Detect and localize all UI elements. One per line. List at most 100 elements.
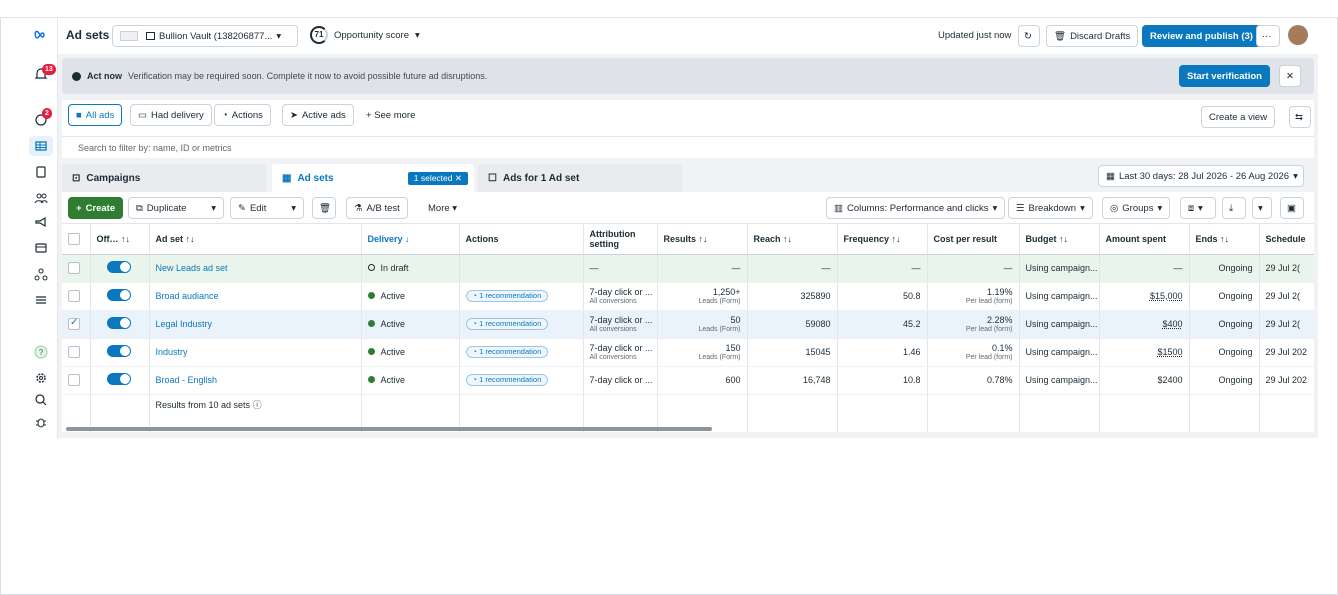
row-checkbox[interactable]	[62, 338, 91, 367]
breakdown-icon: ☰	[1016, 202, 1025, 214]
refresh-button[interactable]: ↻	[1018, 25, 1040, 47]
send-icon: ➤	[290, 109, 298, 121]
row-checkbox[interactable]	[62, 366, 91, 395]
delete-button[interactable]: 🗑	[312, 197, 336, 219]
view-settings-button[interactable]: ⇆	[1289, 106, 1311, 128]
updated-status: Updated just now	[938, 30, 1012, 41]
recommendation-badge[interactable]: ◔ 1 recommendation	[465, 318, 549, 330]
col-results[interactable]: Results ↑↓	[657, 224, 748, 255]
menu-icon[interactable]	[24, 290, 58, 310]
filter-active-ads[interactable]: ➤ Active ads	[282, 104, 354, 126]
adset-name[interactable]: New Leads ad set	[149, 254, 362, 283]
row-checkbox[interactable]	[62, 282, 91, 311]
active-status-icon	[367, 376, 375, 383]
see-more-button[interactable]: + See more	[366, 110, 415, 121]
horizontal-scrollbar[interactable]	[66, 427, 712, 431]
pages-icon[interactable]	[24, 162, 58, 182]
bug-report-icon[interactable]	[24, 412, 58, 432]
attribution-sub: All conversions	[589, 354, 637, 361]
edit-button[interactable]: ✎ Edit ▾	[230, 197, 304, 219]
notifications-icon[interactable]: 13	[24, 64, 58, 84]
col-reach[interactable]: Reach ↑↓	[747, 224, 838, 255]
col-amount-spent[interactable]: Amount spent	[1099, 224, 1190, 255]
more-options-button[interactable]: ···	[1256, 25, 1280, 47]
review-publish-button[interactable]: Review and publish (3)	[1142, 25, 1261, 47]
row-toggle[interactable]	[90, 254, 150, 283]
row-toggle[interactable]	[90, 310, 150, 339]
left-nav-rail: 13 2 ?	[24, 18, 58, 438]
table-row[interactable]: Broad audiance Active ◔ 1 recommendation 7-…	[62, 282, 1314, 311]
ads-manager-table-icon[interactable]	[29, 136, 53, 156]
row-toggle[interactable]	[90, 282, 150, 311]
svg-text:?: ?	[39, 348, 44, 357]
table-row[interactable]: Legal Industry Active ◔ 1 recommendation 7-…	[62, 310, 1314, 339]
row-checkbox[interactable]	[62, 310, 91, 339]
settings-gear-icon[interactable]	[24, 368, 58, 388]
table-row[interactable]: New Leads ad set In draft — — — — — Using campa…	[62, 254, 1314, 283]
opportunity-score[interactable]: 71 Opportunity score ▾	[310, 26, 420, 44]
create-button[interactable]: + Create	[68, 197, 124, 219]
audiences-icon[interactable]	[24, 188, 58, 208]
filter-all-ads[interactable]: ■ All ads	[68, 104, 123, 126]
adset-name[interactable]: Legal Industry	[149, 310, 362, 339]
selected-chip[interactable]: 1 selected ✕	[407, 171, 468, 185]
export-button[interactable]: ⤓	[1222, 197, 1246, 219]
col-frequency[interactable]: Frequency ↑↓	[837, 224, 928, 255]
delivery-icon: ▭	[138, 109, 147, 121]
start-verification-button[interactable]: Start verification	[1179, 65, 1270, 87]
duplicate-button[interactable]: ⧉ Duplicate ▾	[128, 197, 224, 219]
billing-icon[interactable]	[24, 238, 58, 258]
col-cost-per-result[interactable]: Cost per result	[927, 224, 1020, 255]
col-delivery[interactable]: Delivery ↓	[361, 224, 460, 255]
charts-button[interactable]: ⧈ ▾	[1180, 197, 1216, 219]
close-banner-button[interactable]: ✕	[1279, 65, 1301, 87]
col-budget[interactable]: Budget ↑↓	[1019, 224, 1100, 255]
col-adset[interactable]: Ad set ↑↓	[149, 224, 362, 255]
adset-name[interactable]: Industry	[149, 338, 362, 367]
export-dropdown[interactable]: ▾	[1252, 197, 1272, 219]
table-row[interactable]: Broad - English Active ◔ 1 recommendation 7…	[62, 366, 1314, 395]
tab-campaigns[interactable]: ⊡ Campaigns	[62, 164, 266, 192]
avatar[interactable]	[1288, 25, 1308, 45]
col-actions[interactable]: Actions	[459, 224, 584, 255]
calendar-icon: ▦	[1106, 170, 1115, 182]
campaigns-icon[interactable]	[24, 212, 58, 232]
create-view-button[interactable]: Create a view	[1201, 106, 1276, 128]
groups-button[interactable]: ◎ Groups ▾	[1102, 197, 1171, 219]
filter-actions[interactable]: ◔ Actions	[214, 104, 271, 126]
row-toggle[interactable]	[90, 366, 150, 395]
search-icon[interactable]	[24, 390, 58, 410]
adset-name[interactable]: Broad audiance	[149, 282, 362, 311]
account-selector[interactable]: Bullion Vault (138206877... ▾	[112, 25, 298, 47]
alerts-icon[interactable]: 2	[24, 108, 58, 130]
col-off-on[interactable]: Off… ↑↓	[90, 224, 150, 255]
recommendation-badge[interactable]: ◔ 1 recommendation	[465, 346, 549, 358]
recommendation-badge[interactable]: ◔ 1 recommendation	[465, 374, 549, 386]
help-icon[interactable]: ?	[24, 342, 58, 362]
recommendation-badge[interactable]: ◔ 1 recommendation	[465, 290, 549, 302]
duplicate-label: Duplicate	[146, 202, 187, 214]
columns-button[interactable]: ▥ Columns: Performance and clicks ▾	[826, 197, 1006, 219]
row-checkbox[interactable]	[62, 254, 91, 283]
col-attribution[interactable]: Attribution setting	[583, 224, 658, 255]
tab-adsets[interactable]: ▦ Ad sets 1 selected ✕	[272, 164, 474, 192]
breakdown-button[interactable]: ☰ Breakdown ▾	[1008, 197, 1093, 219]
col-schedule[interactable]: Schedule	[1259, 224, 1314, 255]
table-row[interactable]: Industry Active ◔ 1 recommendation 7-day cl…	[62, 338, 1314, 367]
business-tools-icon[interactable]	[24, 264, 58, 284]
row-toggle[interactable]	[90, 338, 150, 367]
date-range-picker[interactable]: ▦ Last 30 days: 28 Jul 2026 - 26 Aug 2026…	[1098, 165, 1304, 187]
actions-cell: ◔ 1 recommendation	[459, 366, 584, 395]
adset-name[interactable]: Broad - English	[149, 366, 362, 395]
search-input[interactable]: Search to filter by: name, ID or metrics	[62, 136, 1314, 158]
discard-drafts-button[interactable]: 🗑 Discard Drafts	[1046, 25, 1139, 47]
ab-test-button[interactable]: ⚗ A/B test	[346, 197, 408, 219]
meta-logo-icon[interactable]	[24, 24, 58, 44]
more-menu[interactable]: More ▾	[428, 203, 457, 214]
schedule-cell: 29 Jul 2(	[1259, 254, 1314, 283]
col-ends[interactable]: Ends ↑↓	[1189, 224, 1260, 255]
filter-had-delivery[interactable]: ▭ Had delivery	[130, 104, 212, 126]
tab-ads[interactable]: ☐ Ads for 1 Ad set	[478, 164, 682, 192]
report-button[interactable]: ▣	[1280, 197, 1304, 219]
select-all-checkbox[interactable]	[62, 224, 91, 255]
